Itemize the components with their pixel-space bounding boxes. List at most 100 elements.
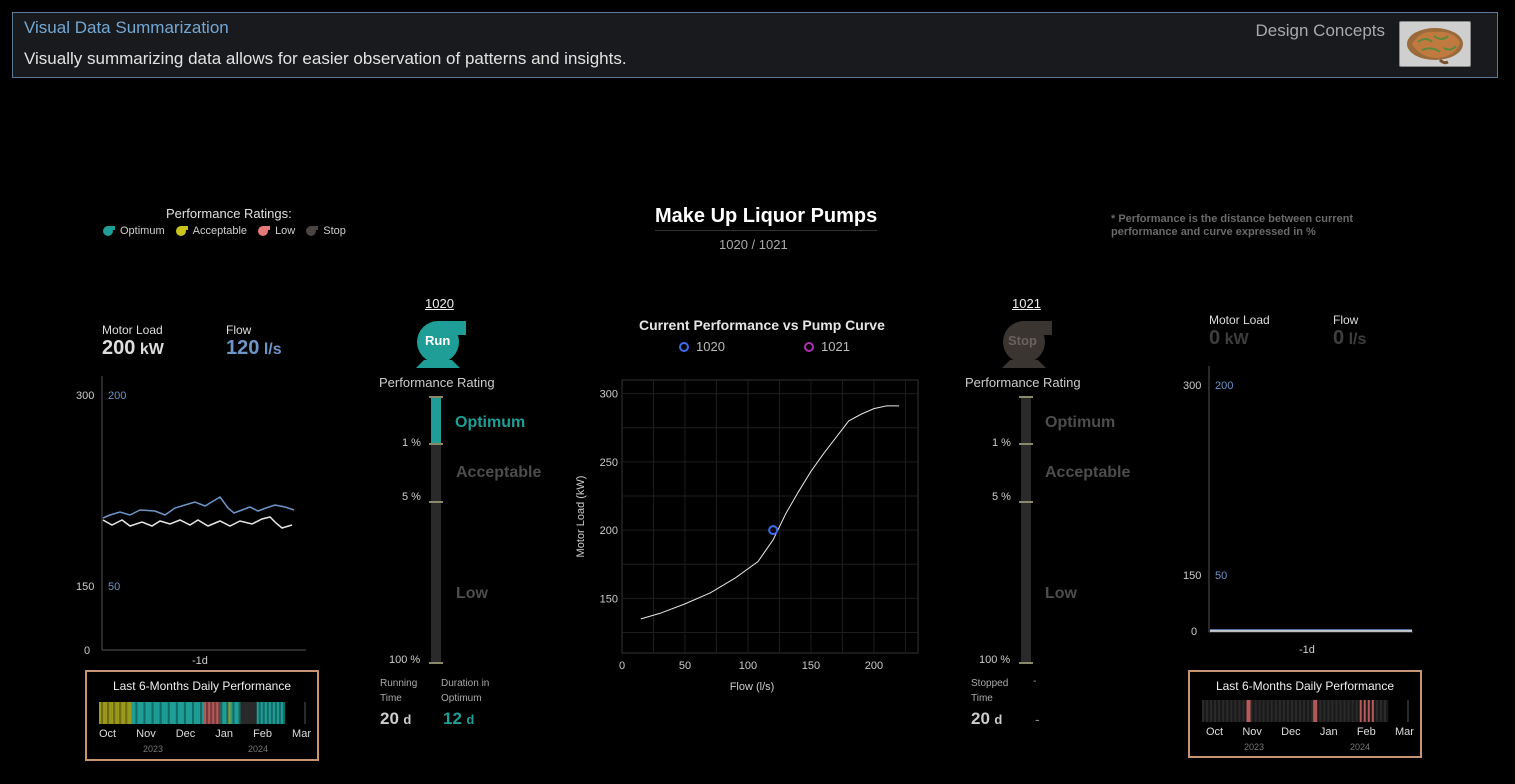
x-axis-label: -1d: [1299, 644, 1315, 656]
day-bar: [1315, 700, 1318, 722]
day-bar: [1363, 700, 1366, 722]
month-label: Jan: [215, 728, 234, 740]
year-label: 2024: [1350, 742, 1371, 752]
day-bar: [226, 702, 229, 724]
day-bar: [1216, 700, 1219, 722]
x-axis-label: Flow (l/s): [730, 681, 775, 693]
day-bar: [194, 702, 197, 724]
day-bar: [1210, 700, 1213, 722]
day-bar: [1258, 700, 1261, 722]
day-bar: [266, 702, 270, 724]
unit: l/s: [263, 341, 282, 358]
day-bar: [256, 702, 259, 724]
day-bar: [1204, 700, 1207, 722]
day-bar: [157, 702, 160, 724]
pump-id: 1021: [1012, 296, 1041, 311]
chart-legend-1020: 1020: [678, 339, 725, 354]
day-bar: [169, 702, 172, 724]
month-label: Feb: [1356, 726, 1376, 738]
flow-label: Flow: [226, 323, 252, 337]
month-label: Oct: [99, 728, 117, 740]
rating-title: Performance Rating: [379, 375, 495, 390]
day-bar: [189, 702, 193, 724]
day-bar: [1361, 700, 1364, 722]
left-trend-chart: 300 150 0 200 50 -1d: [76, 376, 306, 667]
pump-icon: [175, 226, 188, 236]
day-bar: [1351, 700, 1354, 722]
day-bar: [165, 702, 168, 724]
day-bar: [1329, 700, 1332, 722]
running-time-label: Running Time: [380, 678, 418, 704]
day-bar: [99, 702, 102, 724]
day-bar: [175, 702, 179, 724]
day-bar: [1375, 700, 1379, 722]
rating-tick: [1019, 501, 1033, 503]
daily-performance-strip: [99, 702, 306, 724]
day-bar: [163, 702, 166, 724]
day-bar: [135, 702, 138, 724]
day-bar: [1345, 700, 1348, 722]
day-bar: [234, 702, 237, 724]
tick-label: 200: [1215, 380, 1233, 392]
level-acceptable: Acceptable: [456, 464, 542, 481]
day-bar: [1276, 700, 1280, 722]
day-bar: [173, 702, 177, 724]
tick-label: 1 %: [402, 437, 421, 449]
day-bar: [1264, 700, 1267, 722]
motor-load-value: 0 kW: [1209, 327, 1249, 350]
pump-state-label: Run: [425, 333, 451, 348]
level-low: Low: [456, 585, 488, 602]
motor-trend-line: [102, 516, 293, 529]
day-bar: [1305, 700, 1308, 722]
day-bar: [1284, 700, 1288, 722]
y-tick-label: 200: [600, 525, 618, 537]
day-bar: [1278, 700, 1282, 722]
day-bar: [121, 702, 124, 724]
motor-load-label: Motor Load: [1209, 313, 1270, 327]
day-bar: [1290, 700, 1294, 722]
day-bar: [244, 702, 247, 724]
day-bar: [224, 702, 227, 724]
legend-label: Optimum: [120, 225, 165, 237]
day-bar: [117, 702, 120, 724]
y-tick-label: 150: [600, 593, 618, 605]
day-bar: [212, 702, 215, 724]
day-bar: [1311, 700, 1314, 722]
tick-label: 5 %: [992, 491, 1011, 503]
month-label: Nov: [136, 728, 156, 740]
daily-performance-strip: [1202, 700, 1409, 722]
unit: d: [466, 712, 475, 727]
day-bar: [123, 702, 126, 724]
day-bar: [1236, 700, 1239, 722]
rating-tick: [429, 396, 443, 398]
day-bar: [1268, 700, 1271, 722]
day-bar: [258, 702, 261, 724]
day-bar: [183, 702, 187, 724]
day-bar: [101, 702, 104, 724]
day-bar: [115, 702, 118, 724]
day-bar: [1385, 700, 1389, 722]
y-tick-label: 300: [600, 389, 618, 401]
day-bar: [167, 702, 170, 724]
circle-marker-icon: [804, 341, 814, 352]
day-bar: [1337, 700, 1340, 722]
tick-label: 100 %: [979, 654, 1011, 666]
chart-legend-1021: 1021: [803, 339, 850, 354]
day-bar: [1341, 700, 1344, 722]
day-bar: [198, 702, 201, 724]
pump-1020-status[interactable]: Run: [414, 320, 468, 368]
pump-1021-status[interactable]: Stop: [1000, 320, 1054, 368]
day-bar: [171, 702, 174, 724]
banner-subtitle: Visually summarizing data allows for eas…: [24, 49, 627, 68]
stat2-value: -: [1035, 711, 1040, 727]
rating-tick: [1019, 396, 1033, 398]
legend-stop: Stop: [305, 225, 346, 237]
day-bar: [181, 702, 185, 724]
performance-legend: Optimum Acceptable Low Stop: [102, 225, 356, 237]
day-bar: [179, 702, 183, 724]
day-bar: [1379, 700, 1383, 722]
month-label: Dec: [175, 728, 196, 740]
legend-label: Stop: [323, 225, 346, 237]
day-bar: [1246, 700, 1249, 722]
tick-label: 5 %: [402, 491, 421, 503]
